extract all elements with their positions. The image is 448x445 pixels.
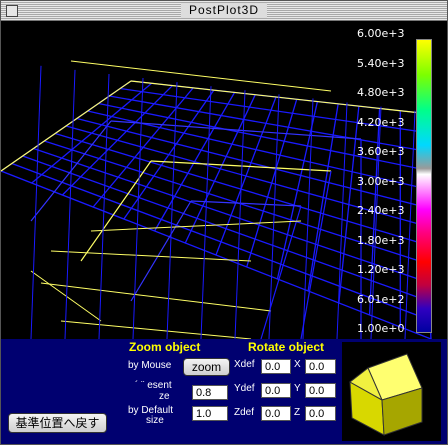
xdef-input[interactable]: 0.0	[261, 359, 291, 374]
x-label: X	[294, 359, 301, 370]
xdef-label: Xdef	[234, 359, 255, 370]
present-size-input[interactable]: 0.8	[192, 385, 228, 400]
ydef-input[interactable]: 0.0	[261, 383, 291, 398]
z-input[interactable]: 0.0	[305, 406, 336, 421]
by-mouse-label: by Mouse	[128, 360, 172, 371]
colorbar-label: 1.20e+3	[357, 263, 405, 276]
cube-icon	[349, 353, 423, 436]
control-panel: Zoom object Rotate object by Mouse zoom …	[1, 339, 447, 444]
color-scale-bar	[416, 39, 432, 333]
y-input[interactable]: 0.0	[305, 383, 336, 398]
colorbar-label: 3.60e+3	[357, 145, 405, 158]
colorbar-label: 4.20e+3	[357, 116, 405, 129]
colorbar-label: 2.40e+3	[357, 204, 405, 217]
z-label: Z	[294, 407, 301, 418]
default-size-input[interactable]: 1.0	[192, 406, 228, 421]
colorbar-label: 6.01e+2	[357, 293, 405, 306]
window-title: PostPlot3D	[180, 3, 268, 18]
rotation-cube-preview[interactable]	[342, 342, 441, 441]
colorbar-label: 6.00e+3	[357, 27, 405, 40]
reset-position-button[interactable]: 基準位置へ戻す	[8, 413, 107, 433]
app-window: PostPlot3D 6.00e+3 5.40e+3 4.80e+3 4.20e…	[0, 0, 448, 445]
y-label: Y	[294, 383, 301, 394]
rotate-header: Rotate object	[248, 340, 325, 354]
ydef-label: Ydef	[234, 383, 255, 394]
zoom-button[interactable]: zoom	[183, 358, 230, 376]
close-box[interactable]	[6, 5, 18, 17]
colorbar-label: 1.80e+3	[357, 234, 405, 247]
colorbar-label: 3.00e+3	[357, 175, 405, 188]
colorbar-label: 1.00e+0	[357, 322, 405, 335]
default-size-label-2: size	[146, 415, 164, 426]
x-input[interactable]: 0.0	[305, 359, 336, 374]
present-size-label-2: ze	[159, 391, 170, 402]
zdef-input[interactable]: 0.0	[261, 406, 291, 421]
zoom-header: Zoom object	[129, 340, 201, 354]
colorbar-label: 5.40e+3	[357, 57, 405, 70]
colorbar-label: 4.80e+3	[357, 86, 405, 99]
plot-viewport[interactable]: 6.00e+3 5.40e+3 4.80e+3 4.20e+3 3.60e+3 …	[1, 21, 447, 339]
title-bar[interactable]: PostPlot3D	[1, 1, 447, 21]
zdef-label: Zdef	[234, 407, 255, 418]
present-size-label: ´ ¨ esent	[135, 380, 172, 391]
